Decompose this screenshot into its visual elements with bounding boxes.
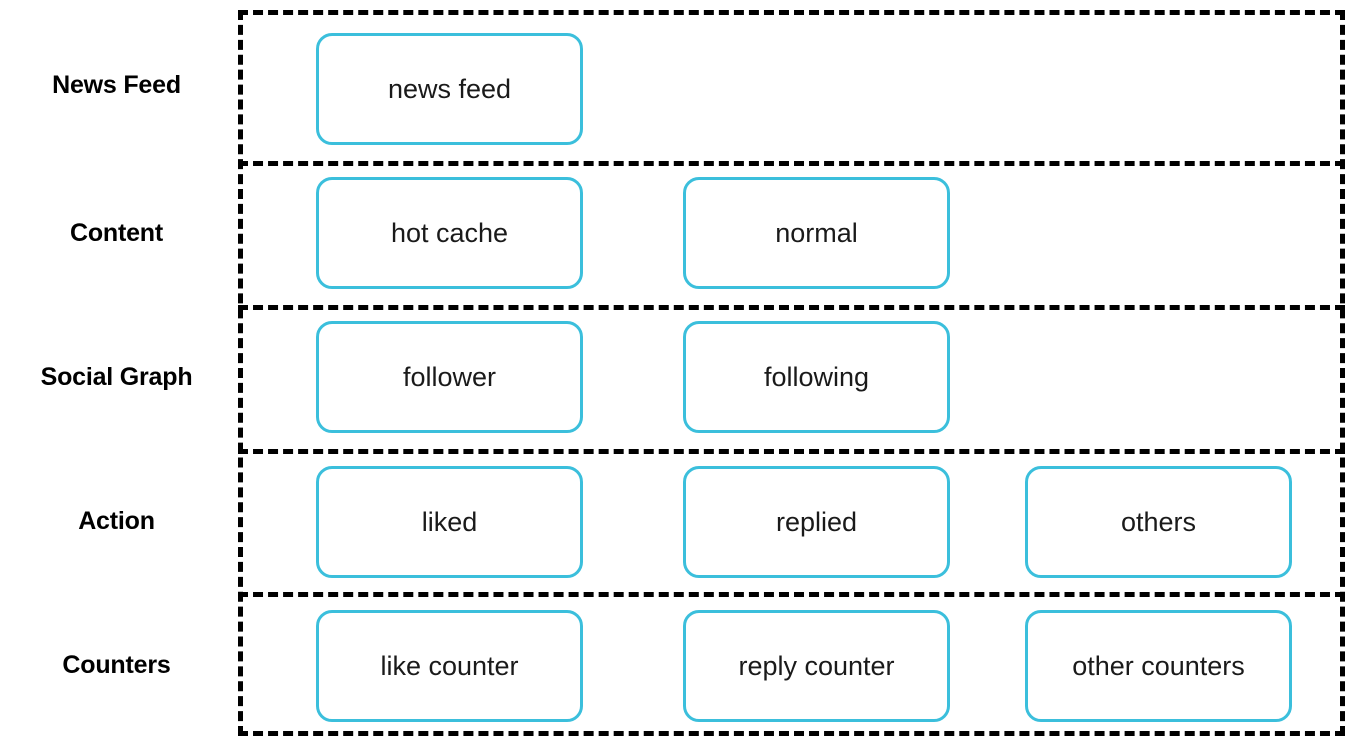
node-like-counter[interactable]: like counter (316, 610, 583, 722)
node-following[interactable]: following (683, 321, 950, 433)
node-liked[interactable]: liked (316, 466, 583, 578)
node-normal[interactable]: normal (683, 177, 950, 289)
row-divider-1 (238, 161, 1345, 166)
layered-cache-diagram: News Feed Content Social Graph Action Co… (0, 0, 1365, 756)
row-label-news-feed: News Feed (52, 70, 181, 99)
row-divider-2 (238, 305, 1345, 310)
row-label-counters: Counters (62, 650, 171, 679)
node-replied[interactable]: replied (683, 466, 950, 578)
row-label-content: Content (69, 218, 164, 247)
row-divider-3 (238, 449, 1345, 454)
row-divider-4 (238, 592, 1345, 597)
node-other-counters[interactable]: other counters (1025, 610, 1292, 722)
row-label-column: News Feed Content Social Graph Action Co… (0, 0, 233, 756)
row-label-action: Action (78, 506, 155, 535)
node-others[interactable]: others (1025, 466, 1292, 578)
node-follower[interactable]: follower (316, 321, 583, 433)
node-hot-cache[interactable]: hot cache (316, 177, 583, 289)
row-label-social-graph: Social Graph (40, 362, 193, 391)
node-news-feed[interactable]: news feed (316, 33, 583, 145)
node-reply-counter[interactable]: reply counter (683, 610, 950, 722)
